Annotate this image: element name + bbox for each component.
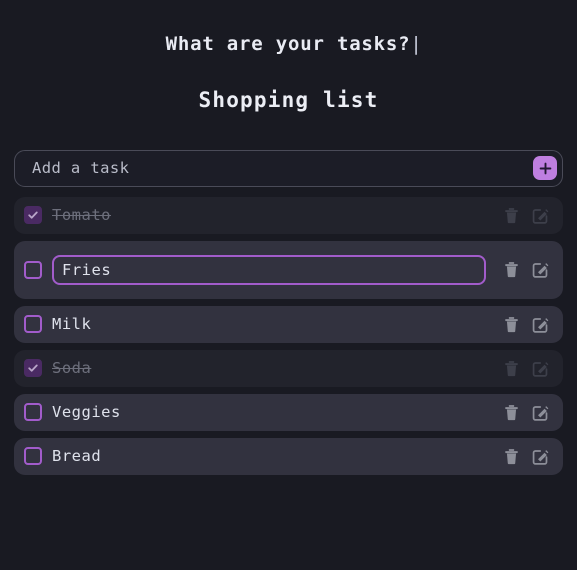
- trash-icon: [504, 449, 518, 465]
- check-icon: [28, 211, 38, 220]
- plus-icon: [539, 162, 551, 175]
- delete-task-button[interactable]: [500, 259, 522, 281]
- task-checkbox[interactable]: [24, 359, 42, 378]
- task-checkbox[interactable]: [24, 447, 42, 466]
- task-row: [14, 240, 563, 299]
- check-icon: [28, 364, 38, 373]
- todo-app: What are your tasks?| Shopping list Toma…: [0, 0, 577, 570]
- edit-pencil-icon: [532, 209, 548, 224]
- list-name-heading: Shopping list: [198, 87, 379, 112]
- task-label: Milk: [52, 315, 92, 334]
- task-actions: [500, 204, 551, 226]
- task-row: Milk: [14, 305, 563, 343]
- add-task-input[interactable]: [15, 150, 562, 186]
- task-checkbox[interactable]: [24, 403, 42, 422]
- add-task-bar: [14, 149, 563, 187]
- task-actions: [500, 445, 551, 467]
- delete-task-button[interactable]: [500, 313, 522, 335]
- add-task-button[interactable]: [533, 156, 557, 181]
- task-actions: [500, 401, 551, 423]
- edit-task-button[interactable]: [529, 401, 551, 423]
- trash-icon: [504, 208, 518, 224]
- edit-task-button[interactable]: [529, 204, 551, 226]
- task-row: Bread: [14, 437, 563, 475]
- edit-pencil-icon: [532, 318, 548, 333]
- task-label: Tomato: [52, 206, 111, 225]
- task-checkbox[interactable]: [24, 206, 42, 225]
- task-list: Tomato Fries Milk Soda Veggies Bread: [14, 196, 563, 475]
- page-title-text: What are your tasks?: [165, 33, 411, 55]
- edit-task-button[interactable]: [529, 357, 551, 379]
- task-label: Bread: [52, 447, 102, 466]
- delete-task-button[interactable]: [500, 357, 522, 379]
- task-checkbox[interactable]: [24, 260, 42, 279]
- edit-pencil-icon: [532, 406, 548, 421]
- task-label: Soda: [52, 359, 92, 378]
- page-title: What are your tasks?|: [14, 33, 563, 56]
- task-actions: [500, 357, 551, 379]
- task-row: Soda: [14, 349, 563, 387]
- task-row: Veggies: [14, 393, 563, 431]
- delete-task-button[interactable]: [500, 401, 522, 423]
- trash-icon: [504, 262, 518, 278]
- task-row: Tomato: [14, 196, 563, 234]
- edit-task-button[interactable]: [529, 445, 551, 467]
- trash-icon: [504, 317, 518, 333]
- task-edit-input[interactable]: [52, 254, 486, 285]
- task-actions: [500, 313, 551, 335]
- title-text-caret: |: [410, 33, 423, 55]
- task-actions: [500, 259, 551, 281]
- task-label: Veggies: [52, 403, 121, 422]
- delete-task-button[interactable]: [500, 445, 522, 467]
- trash-icon: [504, 361, 518, 377]
- edit-pencil-icon: [532, 450, 548, 465]
- task-checkbox[interactable]: [24, 315, 42, 334]
- trash-icon: [504, 405, 518, 421]
- delete-task-button[interactable]: [500, 204, 522, 226]
- edit-task-button[interactable]: [529, 313, 551, 335]
- edit-pencil-icon: [532, 263, 548, 279]
- edit-task-button[interactable]: [529, 259, 551, 281]
- edit-pencil-icon: [532, 362, 548, 377]
